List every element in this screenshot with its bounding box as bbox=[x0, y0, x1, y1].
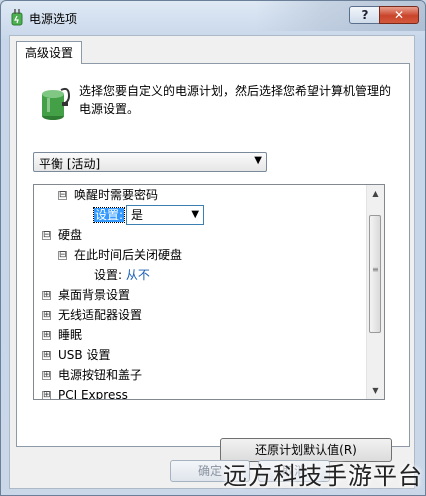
collapse-icon[interactable]: ⊟ bbox=[42, 231, 51, 240]
advanced-settings-panel: 选择您要自定义的电源计划，然后选择您希望计算机管理的电源设置。 平衡 [活动] … bbox=[16, 63, 410, 462]
expand-icon[interactable]: ⊞ bbox=[42, 351, 51, 360]
power-options-icon bbox=[11, 9, 23, 26]
tree-item-label: PCI Express bbox=[58, 388, 128, 400]
scroll-up-arrow-icon[interactable]: ▲ bbox=[367, 185, 384, 202]
power-options-window: 电源选项 ? ✕ 高级设置 选择您要自定义的电源计划，然后选择您希望计算机管理的… bbox=[0, 0, 426, 496]
tree-item-usb[interactable]: ⊞ USB 设置 bbox=[42, 345, 110, 365]
settings-tree[interactable]: ⊟ 唤醒时需要密码 设置: 是 ▼ ⊟ 硬盘 ⊟ 在此时间后关闭硬盘 设置: 从不 ⊞ 桌面… bbox=[33, 184, 385, 400]
description-text: 选择您要自定义的电源计划，然后选择您希望计算机管理的电源设置。 bbox=[79, 84, 392, 116]
tree-item-label: 无线适配器设置 bbox=[58, 308, 143, 322]
tree-item-label: USB 设置 bbox=[58, 348, 111, 362]
chevron-down-icon: ▼ bbox=[191, 209, 200, 220]
title-bar[interactable]: 电源选项 ? ✕ bbox=[1, 1, 425, 35]
expand-icon[interactable]: ⊞ bbox=[42, 291, 51, 300]
expand-icon[interactable]: ⊞ bbox=[42, 311, 51, 320]
window-title: 电源选项 bbox=[29, 12, 78, 26]
tree-item-label: 桌面背景设置 bbox=[58, 288, 131, 302]
wake-password-value: 是 bbox=[131, 208, 144, 222]
help-button[interactable]: ? bbox=[349, 6, 381, 24]
close-button[interactable]: ✕ bbox=[379, 6, 419, 24]
tree-item-wake-password[interactable]: ⊟ 唤醒时需要密码 bbox=[58, 185, 158, 205]
watermark-text: 远方科技手游平台 bbox=[223, 462, 423, 490]
tree-item-turn-off-disk[interactable]: ⊟ 在此时间后关闭硬盘 bbox=[58, 245, 182, 265]
power-plan-select[interactable]: 平衡 [活动] ▼ bbox=[33, 152, 267, 172]
collapse-icon[interactable]: ⊟ bbox=[58, 251, 67, 260]
dialog-content: 高级设置 选择您要自定义的电源计划，然后选择您希望计算机管理的电源设置。 平衡 … bbox=[9, 35, 415, 489]
scroll-down-arrow-icon[interactable]: ▼ bbox=[367, 382, 384, 399]
turn-off-disk-value[interactable]: 从不 bbox=[126, 268, 150, 282]
tree-item-sleep[interactable]: ⊞ 睡眠 bbox=[42, 325, 82, 345]
expand-icon[interactable]: ⊞ bbox=[42, 391, 51, 399]
power-plan-value: 平衡 [活动] bbox=[39, 157, 101, 171]
tree-item-hard-disk[interactable]: ⊟ 硬盘 bbox=[42, 225, 82, 245]
tree-item-desktop-background[interactable]: ⊞ 桌面背景设置 bbox=[42, 285, 130, 305]
tab-advanced-settings[interactable]: 高级设置 bbox=[16, 41, 83, 64]
tree-item-label: 睡眠 bbox=[58, 328, 83, 342]
grip-icon: ≡ bbox=[372, 265, 379, 274]
wake-password-select[interactable]: 是 ▼ bbox=[126, 205, 205, 225]
battery-icon bbox=[42, 87, 71, 120]
collapse-icon[interactable]: ⊟ bbox=[58, 191, 67, 200]
chevron-down-icon: ▼ bbox=[254, 155, 262, 166]
setting-label: 设置: bbox=[92, 207, 126, 223]
tree-item-wireless-adapter[interactable]: ⊞ 无线适配器设置 bbox=[42, 305, 142, 325]
tree-item-label: 电源按钮和盖子 bbox=[58, 368, 143, 382]
tree-item-label: 唤醒时需要密码 bbox=[74, 188, 159, 202]
expand-icon[interactable]: ⊞ bbox=[42, 371, 51, 380]
tree-item-pci-express[interactable]: ⊞ PCI Express bbox=[42, 385, 128, 400]
tree-item-power-buttons[interactable]: ⊞ 电源按钮和盖子 bbox=[42, 365, 142, 385]
scrollbar-thumb[interactable]: ≡ bbox=[369, 215, 381, 333]
tree-item-label: 硬盘 bbox=[58, 228, 83, 242]
tree-item-label: 在此时间后关闭硬盘 bbox=[74, 248, 183, 262]
setting-label: 设置: bbox=[94, 268, 123, 282]
tree-scrollbar[interactable]: ▲ ≡ ▼ bbox=[366, 185, 384, 399]
tree-setting-turn-off-disk[interactable]: 设置: 从不 bbox=[94, 265, 150, 285]
tree-setting-wake-password[interactable]: 设置: 是 ▼ bbox=[92, 205, 205, 225]
expand-icon[interactable]: ⊞ bbox=[42, 331, 51, 340]
